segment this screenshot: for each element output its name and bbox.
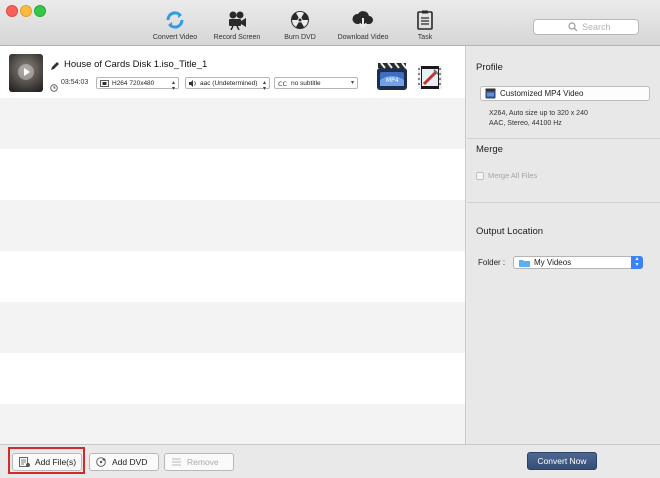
remove-label: Remove <box>187 457 219 467</box>
file-duration: 03:54:03 <box>61 79 89 86</box>
video-edit-icon[interactable] <box>416 61 444 91</box>
zoom-window-button[interactable] <box>34 5 46 17</box>
subtitle-select[interactable]: CC no subtitle ▾ <box>274 77 358 89</box>
record-screen-tool[interactable]: Record Screen <box>210 9 264 41</box>
play-icon <box>18 64 34 80</box>
search-icon <box>568 22 578 32</box>
empty-row <box>0 149 465 200</box>
remove-button[interactable]: Remove <box>164 453 234 471</box>
settings-panel: Profile Customized MP4 Video X264, Auto … <box>467 46 660 444</box>
folder-label: Folder : <box>478 258 506 267</box>
burn-dvd-label: Burn DVD <box>284 34 316 41</box>
profile-audio-desc: AAC, Stereo, 44100 Hz <box>489 120 562 127</box>
add-dvd-label: Add DVD <box>112 457 148 467</box>
empty-row <box>0 404 465 444</box>
svg-text:CC: CC <box>278 80 288 87</box>
convert-now-button[interactable]: Convert Now <box>527 452 597 470</box>
clipboard-icon <box>413 9 437 31</box>
video-thumbnail[interactable] <box>9 54 43 92</box>
remove-list-icon <box>171 457 182 467</box>
add-dvd-button[interactable]: Add DVD <box>89 453 159 471</box>
folder-value: My Videos <box>534 258 572 267</box>
search-input[interactable] <box>582 22 632 32</box>
profile-value: Customized MP4 Video <box>500 89 584 98</box>
select-stepper-icon: ▴ ▾ <box>631 256 643 269</box>
checkbox-box <box>476 171 484 180</box>
search-field[interactable] <box>533 19 639 35</box>
film-icon <box>100 79 109 87</box>
video-track-value: H264 720x480 <box>112 79 155 87</box>
merge-title: Merge <box>476 144 503 155</box>
refresh-arrows-icon <box>163 9 187 31</box>
record-screen-label: Record Screen <box>213 34 261 41</box>
empty-row <box>0 302 465 353</box>
svg-text:MP4: MP4 <box>386 77 399 84</box>
profile-title: Profile <box>476 62 503 73</box>
divider <box>467 138 660 139</box>
empty-row <box>0 251 465 302</box>
select-arrows-icon: ▴ ▾ <box>171 80 175 92</box>
audio-track-value: aac (Undetermined) <box>200 79 258 87</box>
task-tool[interactable]: Task <box>410 9 440 41</box>
subtitle-value: no subtitle <box>291 79 321 87</box>
convert-video-label: Convert Video <box>152 34 198 41</box>
mp4-profile-icon <box>485 88 496 99</box>
radiation-disc-icon <box>288 9 312 31</box>
disc-add-icon <box>96 457 107 467</box>
profile-button[interactable]: Customized MP4 Video <box>480 86 650 101</box>
folder-select[interactable]: My Videos ▴ ▾ <box>513 256 643 269</box>
file-name[interactable]: House of Cards Disk 1.iso_Title_1 <box>64 59 207 70</box>
speaker-icon <box>189 79 197 87</box>
profile-video-desc: X264, Auto size up to 320 x 240 <box>489 110 588 117</box>
empty-row <box>0 200 465 251</box>
audio-track-select[interactable]: aac (Undetermined) ▴ ▾ <box>185 77 270 92</box>
burn-dvd-tool[interactable]: Burn DVD <box>280 9 320 41</box>
mp4-format-icon[interactable]: MP4 <box>376 61 408 91</box>
file-row[interactable]: House of Cards Disk 1.iso_Title_1 03:54:… <box>0 46 465 98</box>
empty-row <box>0 98 465 149</box>
add-files-highlight <box>8 447 85 474</box>
task-label: Task <box>417 34 433 41</box>
output-location-title: Output Location <box>476 226 544 237</box>
minimize-window-button[interactable] <box>20 5 32 17</box>
empty-row <box>0 353 465 404</box>
video-track-select[interactable]: H264 720x480 ▴ ▾ <box>96 77 179 92</box>
chevron-down-icon: ▾ <box>350 80 354 86</box>
closed-caption-icon: CC <box>278 80 288 87</box>
download-video-label: Download Video <box>337 34 389 41</box>
merge-all-files-checkbox[interactable]: Merge All Files <box>476 171 537 180</box>
cloud-download-icon <box>351 9 375 31</box>
movie-camera-icon <box>225 9 249 31</box>
close-window-button[interactable] <box>6 5 18 17</box>
pencil-icon[interactable] <box>50 58 60 70</box>
toolbar: Convert Video Record Screen Burn DVD Dow… <box>0 0 660 46</box>
divider <box>467 202 660 203</box>
merge-all-files-label: Merge All Files <box>488 171 538 180</box>
download-video-tool[interactable]: Download Video <box>333 9 393 41</box>
file-list: House of Cards Disk 1.iso_Title_1 03:54:… <box>0 46 466 444</box>
folder-icon <box>519 259 530 267</box>
convert-video-tool[interactable]: Convert Video <box>150 9 200 41</box>
select-arrows-icon: ▴ ▾ <box>262 80 266 92</box>
clock-icon <box>50 79 58 92</box>
